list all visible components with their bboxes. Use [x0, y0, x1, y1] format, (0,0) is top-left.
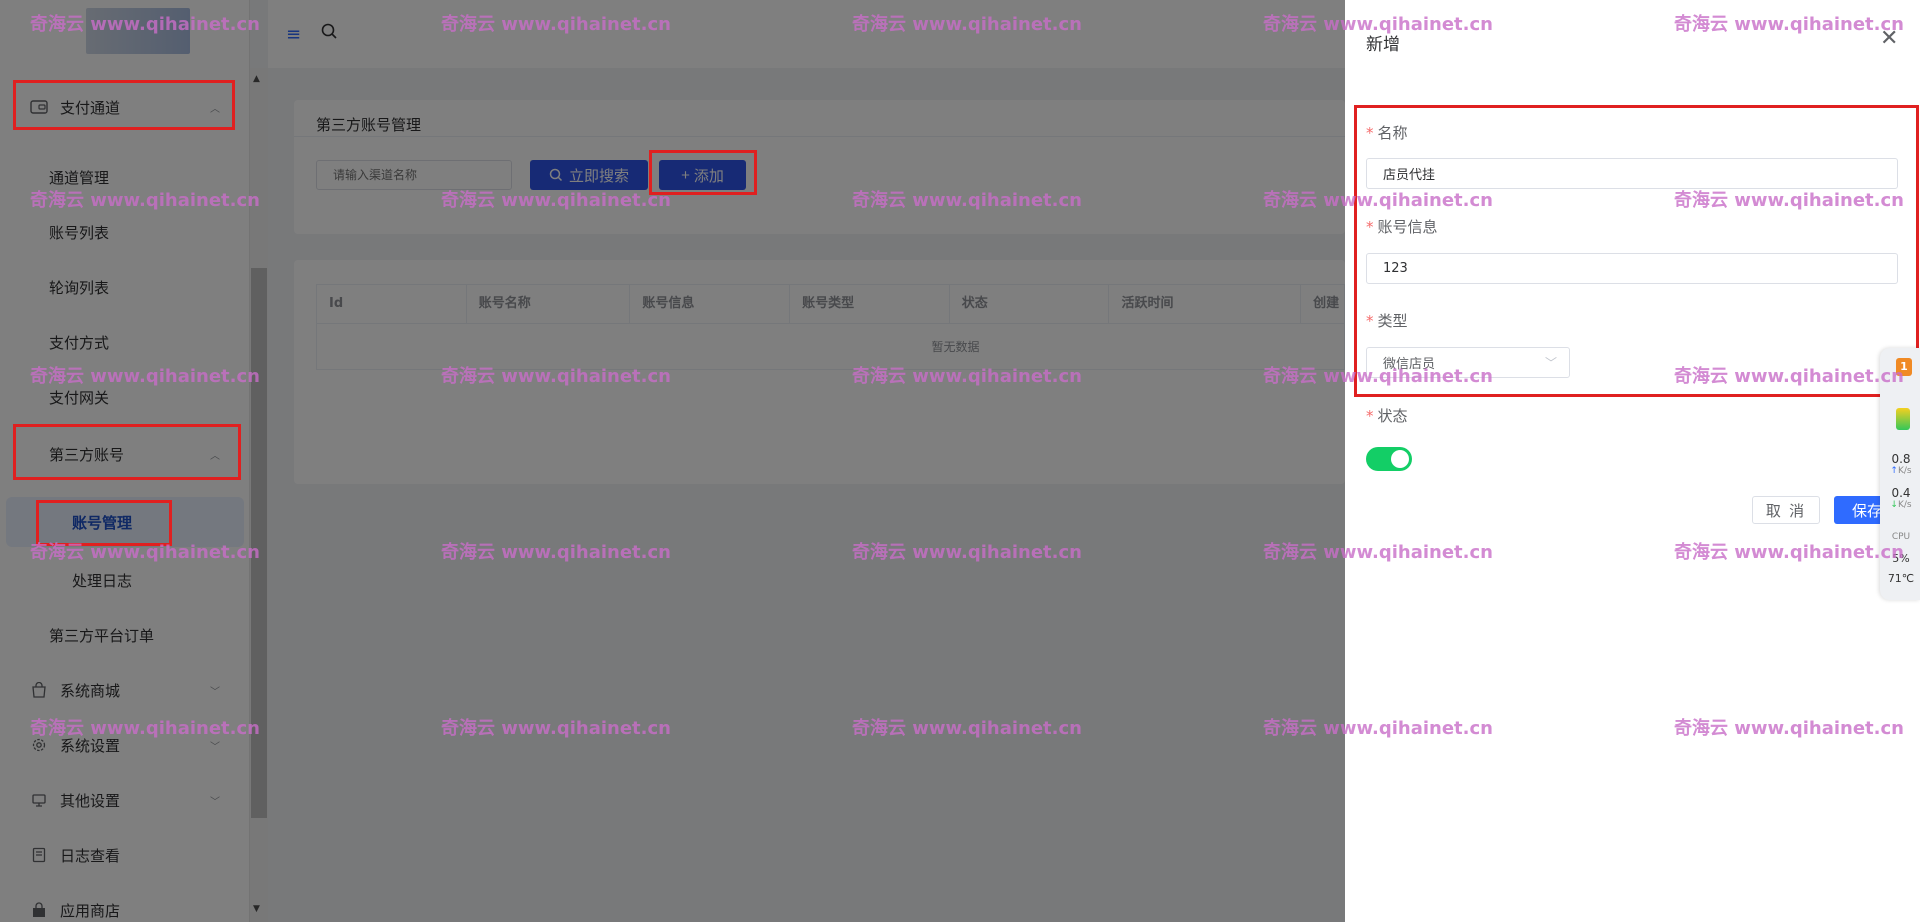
- required-asterisk: *: [1366, 312, 1374, 330]
- switch-knob: [1391, 450, 1409, 468]
- status-switch[interactable]: [1366, 447, 1412, 471]
- name-input[interactable]: [1366, 158, 1898, 189]
- close-icon[interactable]: ✕: [1880, 28, 1898, 50]
- account-info-label-text: 账号信息: [1377, 218, 1438, 236]
- drawer-title: 新增: [1366, 35, 1400, 55]
- cancel-button[interactable]: 取 消: [1752, 496, 1820, 524]
- download-arrow-icon: ↓: [1890, 500, 1898, 510]
- required-asterisk: *: [1366, 124, 1374, 142]
- download-speed-unit: ↓K/s: [1884, 500, 1918, 510]
- type-label: * 类型: [1366, 310, 1408, 331]
- required-asterisk: *: [1366, 407, 1374, 425]
- account-info-label: * 账号信息: [1366, 216, 1438, 237]
- download-speed: 0.4: [1891, 486, 1911, 500]
- chevron-down-icon: ﹀: [1544, 356, 1557, 370]
- modal-overlay[interactable]: [0, 0, 1345, 922]
- speed-unit-text: K/s: [1897, 500, 1912, 510]
- required-asterisk: *: [1366, 218, 1374, 236]
- cpu-value: 5%: [1892, 552, 1910, 565]
- name-label: * 名称: [1366, 122, 1408, 143]
- upload-speed: 0.8: [1891, 452, 1911, 466]
- memory-bar-icon: [1896, 408, 1910, 430]
- upload-speed-unit: ↑K/s: [1884, 466, 1918, 476]
- upload-arrow-icon: ↑: [1890, 466, 1898, 476]
- account-info-input[interactable]: [1366, 253, 1898, 284]
- name-label-text: 名称: [1377, 124, 1408, 142]
- type-select-value: 微信店员: [1383, 357, 1436, 372]
- notification-badge: 1: [1896, 358, 1912, 376]
- type-select[interactable]: 微信店员 ﹀: [1366, 347, 1570, 378]
- status-label: * 状态: [1366, 405, 1408, 426]
- add-drawer: 新增 ✕ *名称 *账号信息 *类型 微信店员 ﹀ *状态 取 消 保存: [1345, 0, 1920, 922]
- speed-unit-text: K/s: [1897, 466, 1912, 476]
- temperature-value: 71℃: [1887, 572, 1915, 585]
- system-monitor-widget[interactable]: 1 0.8 ↑K/s 0.4 ↓K/s CPU 5% 71℃: [1880, 348, 1920, 600]
- status-label-text: 状态: [1377, 407, 1408, 425]
- type-label-text: 类型: [1377, 312, 1408, 330]
- cpu-label: CPU: [1891, 532, 1911, 542]
